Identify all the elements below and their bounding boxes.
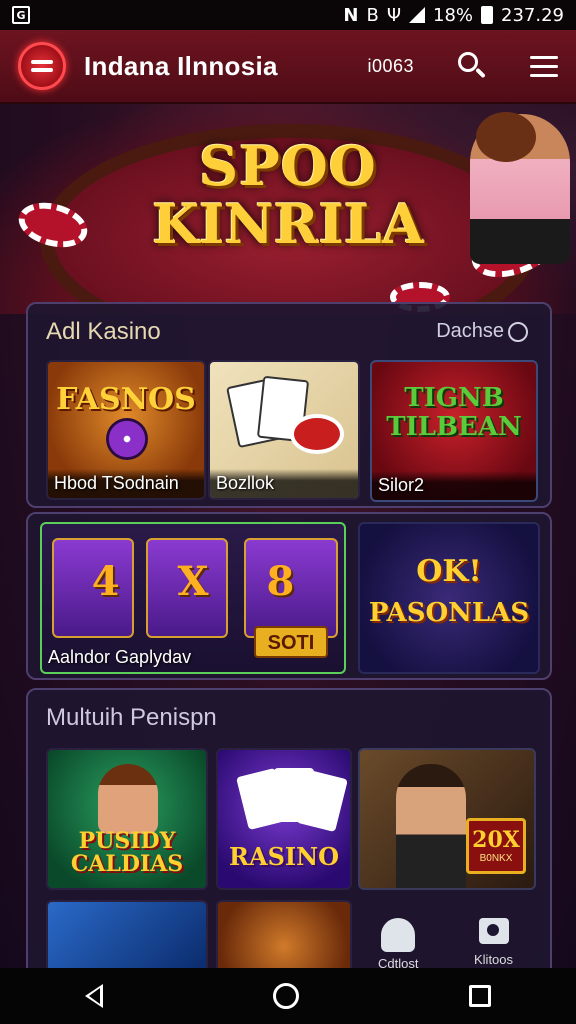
- game-tile[interactable]: OK! PASONLAS: [358, 522, 540, 674]
- status-icon-nfc: N: [343, 4, 359, 26]
- game-tile[interactable]: FASNOS Hbod TSodnain: [46, 360, 206, 500]
- arc-icon: [381, 918, 416, 952]
- bottom-shortcut[interactable]: Klitoos: [474, 918, 513, 967]
- battery-percent: 18%: [433, 4, 474, 26]
- game-tile[interactable]: PUSIDY CALDIAS: [46, 748, 208, 890]
- bonus-badge-value: 20X: [472, 827, 520, 853]
- header-code: i0063: [367, 55, 414, 76]
- tile-art-top: OK!: [416, 554, 482, 589]
- slot-game-tile[interactable]: 4 X 8 SOTI Aalndor Gaplydav: [40, 522, 346, 674]
- game-tile[interactable]: 20X B0NKX: [358, 748, 536, 890]
- home-icon[interactable]: [273, 983, 299, 1009]
- hero-title-line1: SPOO: [199, 134, 377, 198]
- character-illustration: [396, 764, 466, 888]
- game-tile-partial[interactable]: [46, 900, 208, 978]
- app-logo-icon[interactable]: [18, 42, 66, 90]
- section-multiplayer: Multuih Penispn PUSIDY CALDIAS RASINO 20…: [26, 688, 552, 978]
- tile-caption: Bozllok: [210, 469, 358, 498]
- game-tile[interactable]: RASINO: [216, 748, 352, 890]
- clock: 237.29: [501, 4, 564, 26]
- status-icon-vibrate: B: [366, 4, 379, 26]
- see-more-link[interactable]: Dachse: [436, 320, 528, 343]
- roulette-wheel-graphic: [106, 418, 148, 460]
- hamburger-menu-icon[interactable]: [530, 55, 558, 77]
- notification-badge-icon: G: [12, 6, 30, 24]
- section-featured: 4 X 8 SOTI Aalndor Gaplydav OK! PASONLAS: [26, 512, 552, 680]
- shortcut-label: Klitoos: [474, 952, 514, 967]
- tile-art-text: PASONLAS: [368, 598, 530, 628]
- recent-apps-icon[interactable]: [469, 985, 491, 1007]
- bonus-badge: 20X B0NKX: [466, 818, 526, 874]
- chip-stack-graphic: [290, 414, 344, 454]
- app-header: Indana Ilnnosia i0063: [0, 30, 576, 104]
- game-tile-partial[interactable]: [216, 900, 352, 978]
- signal-icon: [409, 7, 425, 23]
- back-icon[interactable]: [85, 984, 103, 1008]
- circle-arrow-icon: [508, 321, 528, 342]
- section-title: Multuih Penispn: [46, 704, 217, 731]
- hero-title-line2: KINRILA: [152, 192, 424, 256]
- tile-caption: Hbod TSodnain: [48, 469, 204, 498]
- section-title: Adl Kasino: [46, 318, 161, 345]
- tile-art-text: TIGNB TILBEAN: [386, 383, 522, 442]
- game-tile[interactable]: TIGNB TILBEAN Silor2: [370, 360, 538, 502]
- slot-symbols: 4 X 8: [91, 558, 295, 605]
- system-nav-bar: [0, 968, 576, 1024]
- status-icon-wifi: Ψ: [386, 4, 401, 26]
- battery-icon: [481, 6, 494, 24]
- bonus-badge-sub: B0NKX: [479, 853, 513, 864]
- section-all-casino: Adl Kasino Dachse FASNOS Hbod TSodnain B…: [26, 302, 552, 508]
- status-bar: G N B Ψ 18% 237.29: [0, 0, 576, 30]
- tile-art-text: FASNOS: [56, 382, 196, 417]
- search-icon[interactable]: [456, 50, 488, 82]
- tile-art-text: PUSIDY CALDIAS: [70, 828, 184, 878]
- tile-caption: Aalndor Gaplydav: [48, 647, 192, 667]
- character-illustration: [98, 764, 158, 834]
- hero-banner[interactable]: SPOO KINRILA: [0, 104, 576, 314]
- tile-caption: Silor2: [372, 471, 536, 500]
- tile-art-text: RASINO: [229, 842, 339, 871]
- see-more-label: Dachse: [436, 320, 504, 342]
- bottom-shortcut[interactable]: Cdtlost: [378, 918, 418, 971]
- app-title: Indana Ilnnosia: [84, 50, 278, 81]
- game-tile[interactable]: Bozllok: [208, 360, 360, 500]
- camera-icon: [478, 918, 509, 944]
